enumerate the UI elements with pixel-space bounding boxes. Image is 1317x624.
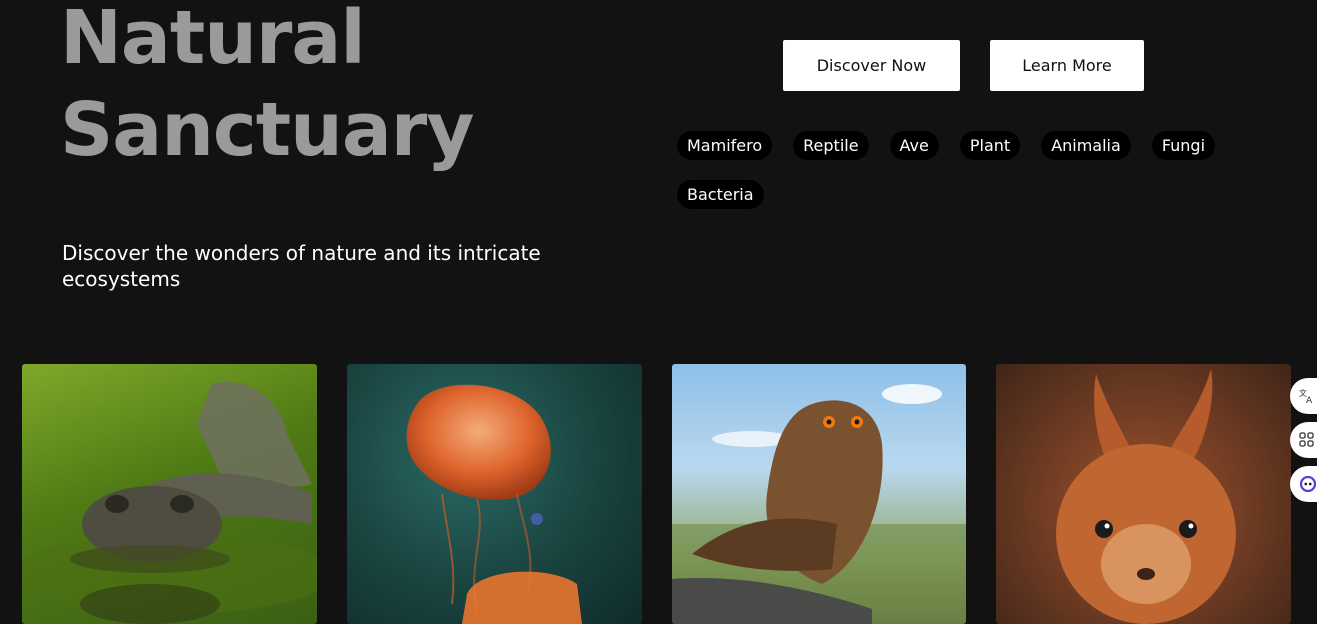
tag-ave[interactable]: Ave — [889, 131, 939, 160]
squirrel-image — [1056, 369, 1236, 624]
gallery-card-jellyfish[interactable] — [347, 364, 642, 624]
category-tags: Mamifero Reptile Ave Plant Animalia Fung… — [677, 131, 1257, 209]
gallery-card-squirrel[interactable] — [996, 364, 1291, 624]
hero-title-line-2: Sanctuary — [60, 87, 475, 173]
tag-fungi[interactable]: Fungi — [1151, 131, 1216, 160]
discover-now-button[interactable]: Discover Now — [783, 40, 960, 91]
tag-reptile[interactable]: Reptile — [793, 131, 869, 160]
hero-title: Natural Sanctuary — [60, 0, 475, 176]
assistant-widget[interactable] — [1290, 466, 1317, 502]
svg-text:A: A — [1306, 396, 1313, 404]
tag-bacteria[interactable]: Bacteria — [677, 180, 764, 209]
alligator-image — [22, 382, 317, 624]
apps-widget[interactable] — [1290, 422, 1317, 458]
tag-mamifero[interactable]: Mamifero — [677, 131, 773, 160]
assistant-icon — [1299, 475, 1317, 493]
gallery-card-owl[interactable] — [672, 364, 966, 624]
tag-plant[interactable]: Plant — [959, 131, 1021, 160]
gallery-card-alligator[interactable] — [22, 364, 317, 624]
translate-widget[interactable]: 文 A — [1290, 378, 1317, 414]
hero-title-line-1: Natural — [60, 0, 366, 81]
jellyfish-image — [406, 384, 582, 624]
learn-more-button[interactable]: Learn More — [990, 40, 1144, 91]
hero-subtitle: Discover the wonders of nature and its i… — [62, 241, 541, 291]
tag-animalia[interactable]: Animalia — [1041, 131, 1131, 160]
owl-image — [672, 384, 966, 624]
apps-grid-icon — [1299, 432, 1314, 447]
translate-icon: 文 A — [1299, 388, 1313, 404]
